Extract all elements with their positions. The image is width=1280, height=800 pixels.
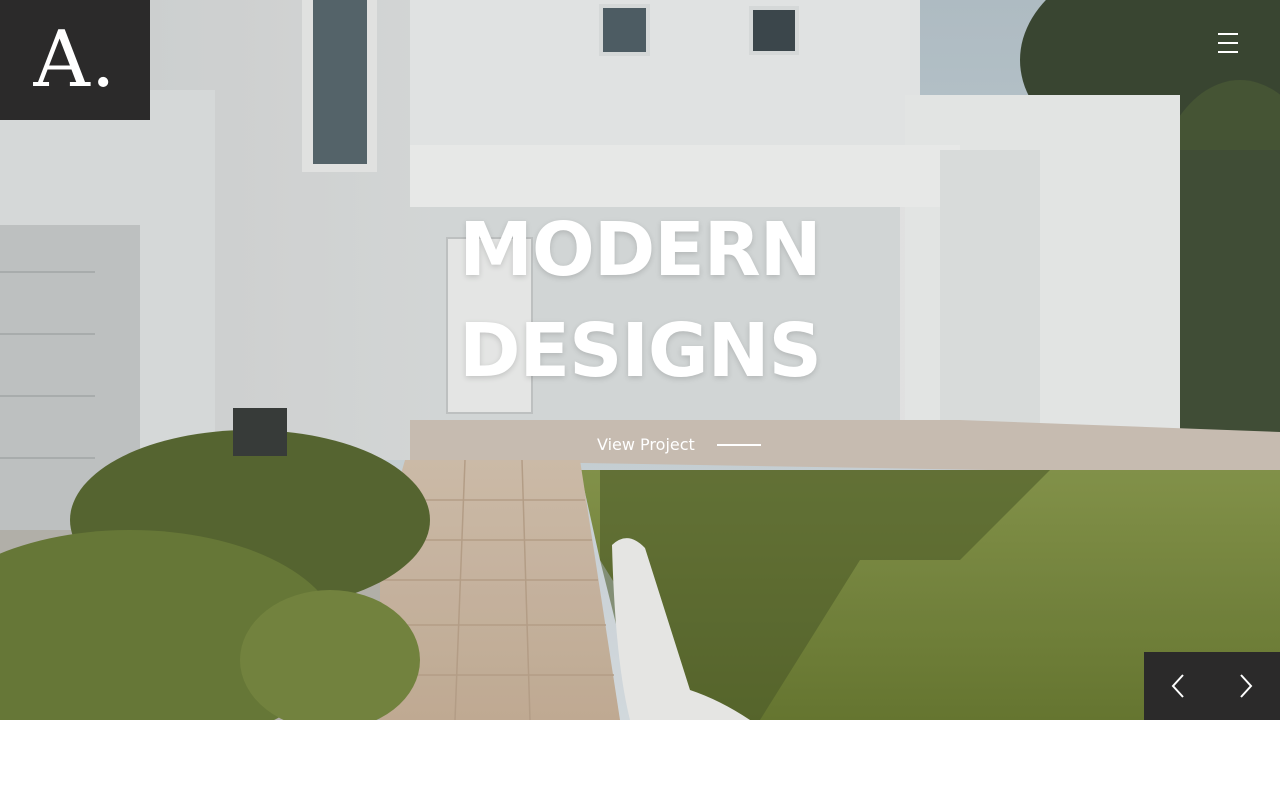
menu-bar-bottom bbox=[1218, 51, 1238, 53]
slider-prev-button[interactable] bbox=[1144, 652, 1212, 720]
chevron-right-icon bbox=[1240, 674, 1253, 698]
hero-title-line-1: MODERN bbox=[459, 207, 821, 293]
slider-navigation bbox=[1144, 652, 1280, 720]
hamburger-menu-icon[interactable] bbox=[1216, 30, 1244, 56]
menu-bar-top bbox=[1218, 33, 1238, 35]
hero-section: A. MODERN DESIGNS View Project bbox=[0, 0, 1280, 720]
chevron-left-icon bbox=[1171, 674, 1184, 698]
view-project-link[interactable]: View Project bbox=[597, 435, 761, 454]
slider-next-button[interactable] bbox=[1212, 652, 1280, 720]
site-logo[interactable]: A. bbox=[0, 0, 150, 120]
logo-text: A. bbox=[33, 15, 117, 105]
hero-title: MODERN DESIGNS bbox=[340, 200, 940, 402]
hero-title-line-2: DESIGNS bbox=[459, 308, 822, 394]
hero-content: MODERN DESIGNS bbox=[340, 200, 940, 402]
view-project-underline bbox=[716, 443, 761, 446]
menu-bar-middle bbox=[1218, 42, 1238, 44]
view-project-label: View Project bbox=[597, 435, 695, 454]
